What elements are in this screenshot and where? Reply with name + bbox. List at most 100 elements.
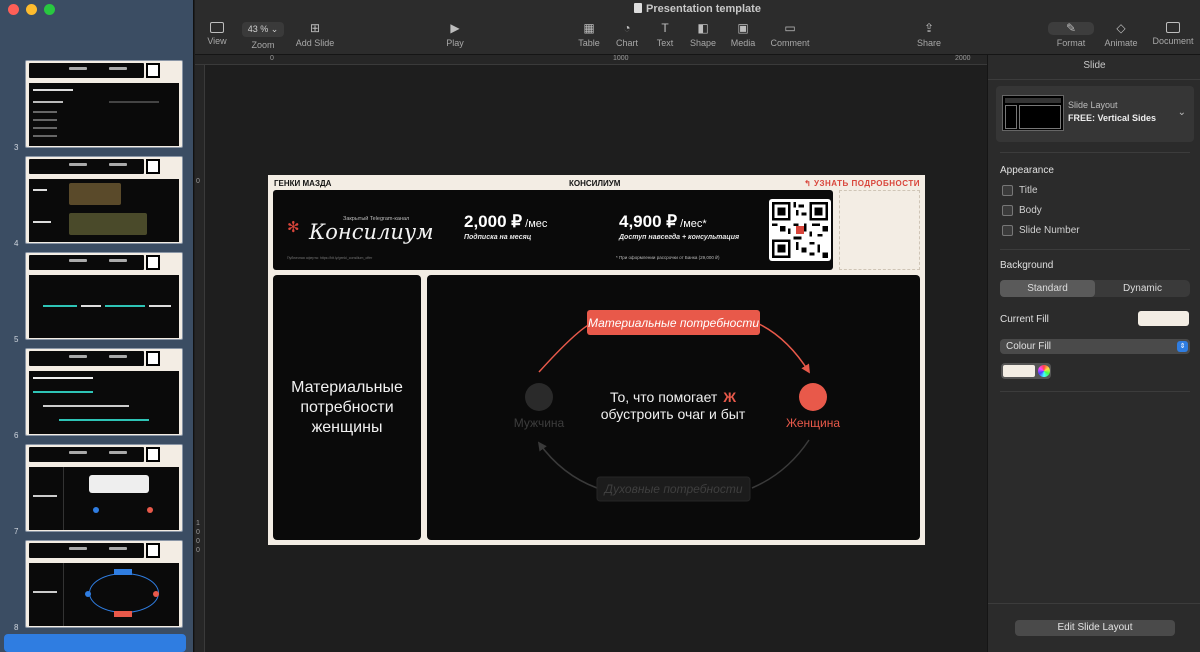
dynamic-mode-button[interactable]: Dynamic [1095, 280, 1190, 297]
arrow-right-bottom [751, 439, 810, 489]
animate-label: Animate [1104, 38, 1138, 48]
add-slide-button[interactable]: ⊞ Add Slide [293, 21, 337, 49]
share-label: Share [916, 38, 942, 48]
stepper-icon: ⇕ [1177, 341, 1188, 352]
header-brand: КОНСИЛИУМ [569, 179, 621, 188]
center-text-line-2: обустроить очаг и быт [601, 406, 746, 422]
chevron-down-icon[interactable]: ⌄ [1178, 107, 1186, 118]
panel-title-line: Материальные [291, 379, 403, 396]
slide-number: 4 [14, 239, 19, 248]
media-label: Media [730, 38, 756, 48]
divider [988, 79, 1200, 80]
zoom-label: Zoom [251, 40, 275, 50]
standard-mode-button[interactable]: Standard [1000, 280, 1095, 297]
background-heading: Background [1000, 260, 1054, 271]
add-slide-icon: ⊞ [309, 21, 321, 35]
table-icon: ▦ [583, 21, 595, 35]
document-panel-icon [1166, 22, 1180, 33]
keynote-window: 3 4 5 6 7 8 Presentation template View 4… [0, 0, 1200, 652]
arrow-left-top [538, 322, 593, 373]
edit-slide-layout-button[interactable]: Edit Slide Layout [1015, 620, 1175, 636]
ruler-mark: 1 [196, 520, 200, 527]
format-button[interactable]: ✎ Format [1048, 22, 1094, 48]
ruler-mark: 2000 [955, 55, 971, 62]
checkbox-icon[interactable] [1002, 205, 1013, 216]
comment-button[interactable]: ▭ Comment [768, 21, 812, 49]
current-slide[interactable]: ГЕНКИ МАЗДА КОНСИЛИУМ ↰ УЗНАТЬ ПОДРОБНОС… [268, 175, 925, 545]
title-checkbox[interactable]: Title [1002, 185, 1038, 196]
sidebar-icon [210, 22, 224, 33]
slide-thumbnail[interactable] [25, 156, 183, 244]
image-placeholder[interactable] [839, 190, 920, 270]
price-lifetime: 4,900 ₽ /мес* [619, 212, 707, 231]
checkbox-icon[interactable] [1002, 225, 1013, 236]
current-fill-swatch[interactable] [1138, 311, 1189, 326]
color-well[interactable] [1001, 363, 1051, 379]
color-wheel-icon[interactable] [1038, 365, 1050, 377]
snowflake-logo-icon: ✻ [287, 219, 300, 236]
share-button[interactable]: ⇪ Share [916, 21, 942, 49]
chart-button[interactable]: ◔ Chart [613, 22, 641, 49]
slide-thumbnail[interactable] [25, 252, 183, 340]
slide-thumbnail[interactable] [25, 348, 183, 436]
man-label: Мужчина [514, 416, 565, 430]
fill-type-select[interactable]: Colour Fill ⇕ [1000, 339, 1190, 354]
window-title: Presentation template [195, 3, 1200, 15]
background-mode-control[interactable]: Standard Dynamic [1000, 280, 1190, 297]
play-label: Play [446, 38, 464, 48]
ruler-mark: 0 [196, 538, 200, 545]
format-inspector: Slide Slide Layout FREE: Vertical Sides … [987, 55, 1200, 652]
play-button[interactable]: ▶ Play [442, 22, 468, 49]
minimize-window-button[interactable] [26, 4, 37, 15]
promo-banner[interactable]: ✻ Закрытый Telegram-канал Консилиум Публ… [273, 190, 833, 270]
slide-row: 6 [0, 346, 194, 442]
comment-icon: ▭ [784, 21, 796, 35]
media-button[interactable]: ▣ Media [729, 22, 757, 49]
zoom-control[interactable]: 43 % ⌄ Zoom [241, 22, 285, 50]
layout-label: Slide Layout [1068, 100, 1118, 110]
brush-icon: ✎ [1048, 22, 1094, 35]
checkbox-icon[interactable] [1002, 185, 1013, 196]
shape-button[interactable]: ◧ Shape [689, 22, 717, 49]
chart-label: Chart [615, 38, 638, 48]
brand-fine-print: Публичная оферта: https://bit.ly/genki_c… [287, 256, 373, 260]
text-label: Text [656, 38, 674, 48]
slide-thumbnail[interactable] [25, 540, 183, 628]
animate-button[interactable]: ◇ Animate [1102, 22, 1140, 49]
brand-name: Консилиум [309, 220, 434, 244]
table-button[interactable]: ▦ Table [576, 21, 602, 49]
window-controls [8, 4, 55, 15]
zoom-value[interactable]: 43 % ⌄ [242, 22, 284, 37]
body-checkbox[interactable]: Body [1002, 205, 1042, 216]
horizontal-ruler: 0 1000 2000 [195, 55, 987, 65]
title-panel[interactable]: Материальные потребности женщины [273, 275, 421, 540]
slide-number-checkbox[interactable]: Slide Number [1002, 225, 1080, 236]
header-author: ГЕНКИ МАЗДА [274, 179, 332, 188]
diagram-panel[interactable]: Материальные потребности Духовные потреб… [427, 275, 920, 540]
price-monthly: 2,000 ₽ /мес [464, 212, 548, 231]
share-icon: ⇪ [923, 21, 935, 35]
price-footnote: * При оформлении рассрочки от Банка (29,… [616, 255, 720, 260]
appearance-heading: Appearance [1000, 165, 1054, 176]
selected-slide-thumbnail[interactable] [4, 634, 186, 652]
slide-thumbnail[interactable] [25, 444, 183, 532]
slide-layout-picker[interactable]: Slide Layout FREE: Vertical Sides ⌄ [996, 86, 1194, 142]
man-node [525, 383, 553, 411]
view-label: View [207, 36, 227, 46]
view-button[interactable]: View [205, 22, 229, 46]
slide-thumbnail-list: 3 4 5 6 7 8 [0, 58, 194, 634]
slide-thumbnail[interactable] [25, 60, 183, 148]
layout-thumbnail [1002, 95, 1064, 131]
document-label: Document [1152, 36, 1194, 46]
zoom-window-button[interactable] [44, 4, 55, 15]
text-button[interactable]: T Text [653, 21, 677, 49]
slide-number: 7 [14, 527, 19, 536]
close-window-button[interactable] [8, 4, 19, 15]
learn-more-link[interactable]: ↰ УЗНАТЬ ПОДРОБНОСТИ [804, 179, 920, 188]
text-icon: T [661, 21, 669, 35]
shape-label: Shape [689, 38, 717, 48]
slide-number: 8 [14, 623, 19, 632]
slide-row: 8 [0, 538, 194, 634]
panel-title-line: потребности [300, 399, 394, 416]
document-button[interactable]: Document [1150, 22, 1196, 46]
